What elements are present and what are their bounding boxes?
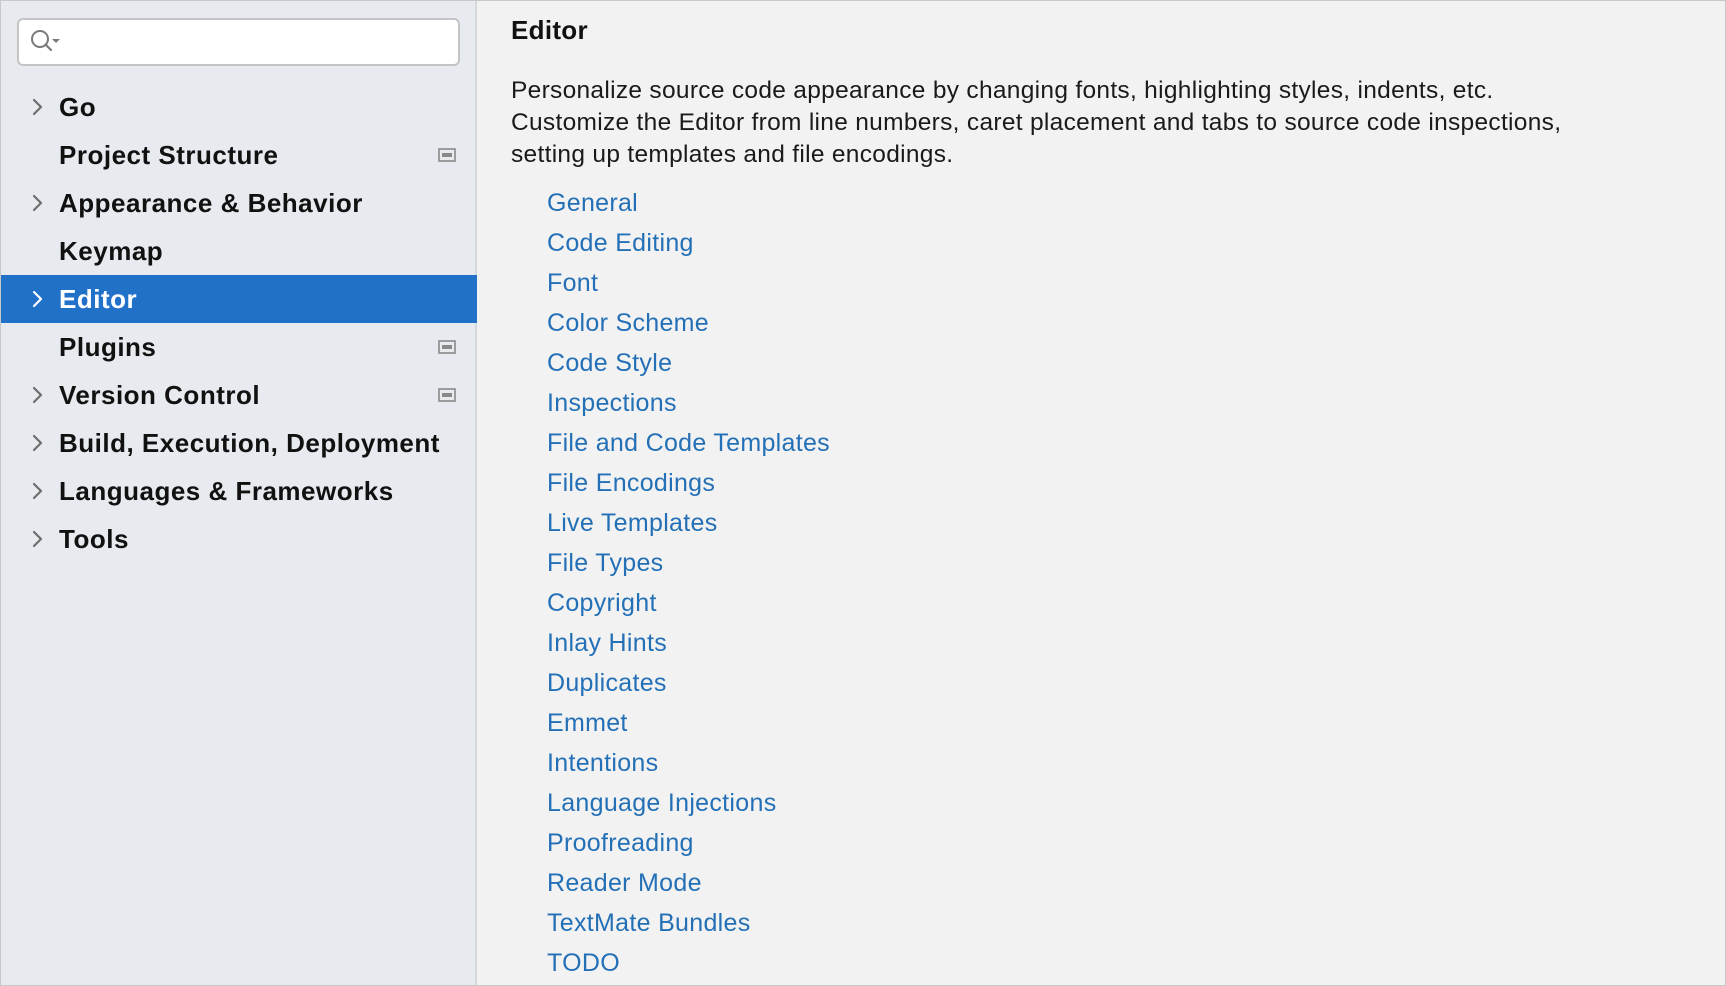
sidebar-item-label: Version Control [59,380,260,411]
search-input[interactable] [73,21,458,63]
link-code-style[interactable]: Code Style [547,349,830,389]
link-intentions[interactable]: Intentions [547,749,830,789]
sidebar-item-label: Build, Execution, Deployment [59,428,440,459]
search-icon[interactable] [29,27,73,57]
chevron-right-icon[interactable] [25,95,49,119]
settings-sidebar: Go Project Structure Appearance & Behavior… [1,1,477,985]
link-file-types[interactable]: File Types [547,549,830,589]
project-level-icon [437,145,457,165]
description-line: setting up templates and file encodings. [511,139,1726,171]
sidebar-item-keymap[interactable]: Keymap [1,227,477,275]
chevron-right-icon[interactable] [25,383,49,407]
description-line: Personalize source code appearance by ch… [511,75,1726,107]
sidebar-item-label: Go [59,92,96,123]
chevron-right-icon[interactable] [25,527,49,551]
link-font[interactable]: Font [547,269,830,309]
link-copyright[interactable]: Copyright [547,589,830,629]
sidebar-item-tools[interactable]: Tools [1,515,477,563]
settings-window: Go Project Structure Appearance & Behavior… [0,0,1726,986]
link-file-and-code-templates[interactable]: File and Code Templates [547,429,830,469]
chevron-right-icon[interactable] [25,191,49,215]
project-level-icon [437,337,457,357]
sidebar-item-build-execution-deployment[interactable]: Build, Execution, Deployment [1,419,477,467]
link-file-encodings[interactable]: File Encodings [547,469,830,509]
sidebar-item-label: Languages & Frameworks [59,476,394,507]
link-todo[interactable]: TODO [547,949,830,986]
link-code-editing[interactable]: Code Editing [547,229,830,269]
sidebar-item-label: Appearance & Behavior [59,188,363,219]
sidebar-item-editor[interactable]: Editor [1,275,477,323]
sidebar-item-label: Plugins [59,332,156,363]
settings-tree: Go Project Structure Appearance & Behavior… [1,83,477,563]
link-general[interactable]: General [547,189,830,229]
link-textmate-bundles[interactable]: TextMate Bundles [547,909,830,949]
link-reader-mode[interactable]: Reader Mode [547,869,830,909]
link-emmet[interactable]: Emmet [547,709,830,749]
sidebar-item-go[interactable]: Go [1,83,477,131]
link-duplicates[interactable]: Duplicates [547,669,830,709]
chevron-right-icon[interactable] [25,431,49,455]
project-level-icon [437,385,457,405]
link-language-injections[interactable]: Language Injections [547,789,830,829]
chevron-right-icon[interactable] [25,479,49,503]
sidebar-item-label: Editor [59,284,137,315]
link-live-templates[interactable]: Live Templates [547,509,830,549]
link-inspections[interactable]: Inspections [547,389,830,429]
page-description: Personalize source code appearance by ch… [511,75,1726,171]
link-inlay-hints[interactable]: Inlay Hints [547,629,830,669]
sidebar-item-label: Project Structure [59,140,278,171]
page-title: Editor [511,15,588,46]
link-color-scheme[interactable]: Color Scheme [547,309,830,349]
sidebar-item-plugins[interactable]: Plugins [1,323,477,371]
sidebar-item-version-control[interactable]: Version Control [1,371,477,419]
sidebar-item-label: Keymap [59,236,163,267]
sidebar-item-label: Tools [59,524,129,555]
search-box[interactable] [17,18,460,66]
description-line: Customize the Editor from line numbers, … [511,107,1726,139]
settings-content: Editor Personalize source code appearanc… [477,1,1725,985]
chevron-right-icon[interactable] [25,287,49,311]
sidebar-item-languages-and-frameworks[interactable]: Languages & Frameworks [1,467,477,515]
editor-subpage-links: GeneralCode EditingFontColor SchemeCode … [547,189,830,986]
link-proofreading[interactable]: Proofreading [547,829,830,869]
sidebar-item-project-structure[interactable]: Project Structure [1,131,477,179]
sidebar-item-appearance-and-behavior[interactable]: Appearance & Behavior [1,179,477,227]
